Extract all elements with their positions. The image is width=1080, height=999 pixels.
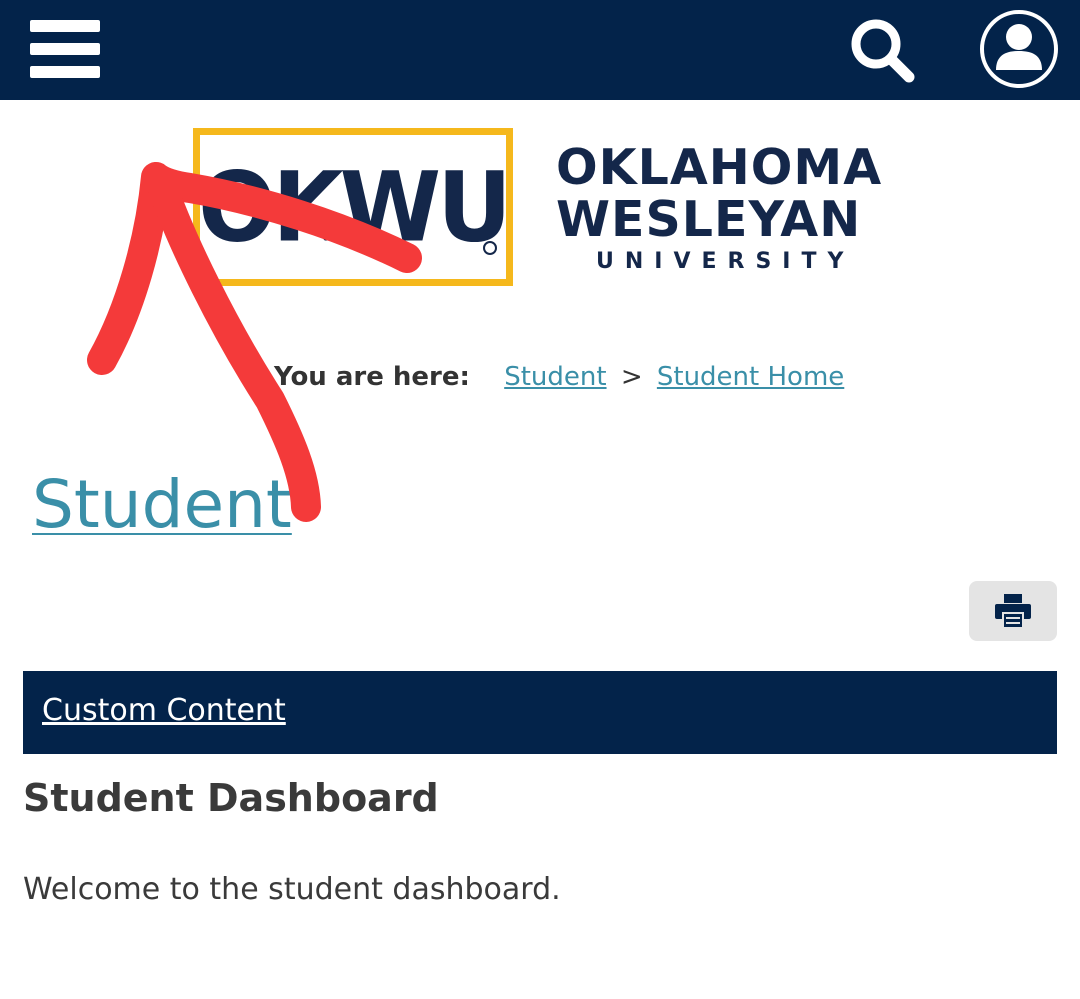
logo-badge: OKWU bbox=[193, 128, 513, 286]
welcome-text: Welcome to the student dashboard. bbox=[23, 872, 561, 907]
logo-mark: OKWU bbox=[198, 150, 512, 264]
breadcrumb: You are here: Student > Student Home bbox=[274, 362, 844, 392]
university-logo[interactable]: OKWU OKLAHOMA WESLEYAN UNIVERSITY bbox=[193, 128, 893, 294]
logo-line-university: UNIVERSITY bbox=[596, 249, 855, 274]
logo-line-wesleyan: WESLEYAN bbox=[556, 191, 862, 248]
hamburger-menu-icon[interactable] bbox=[30, 20, 100, 78]
breadcrumb-label: You are here: bbox=[274, 362, 470, 392]
logo-wordmark: OKLAHOMA WESLEYAN UNIVERSITY bbox=[556, 142, 896, 276]
registered-mark-icon bbox=[483, 241, 497, 255]
breadcrumb-separator: > bbox=[620, 362, 643, 392]
page-title[interactable]: Student bbox=[32, 462, 292, 548]
custom-content-link[interactable]: Custom Content bbox=[42, 693, 286, 728]
section-heading: Student Dashboard bbox=[23, 776, 439, 820]
user-account-icon[interactable] bbox=[978, 8, 1060, 90]
page: OKWU OKLAHOMA WESLEYAN UNIVERSITY You ar… bbox=[0, 0, 1080, 999]
print-button[interactable] bbox=[969, 581, 1057, 641]
search-icon[interactable] bbox=[846, 14, 918, 86]
logo-line-oklahoma: OKLAHOMA bbox=[556, 139, 883, 196]
custom-content-bar: Custom Content bbox=[23, 671, 1057, 754]
breadcrumb-link-student-home[interactable]: Student Home bbox=[657, 362, 844, 392]
breadcrumb-link-student[interactable]: Student bbox=[504, 362, 606, 392]
printer-icon bbox=[995, 594, 1031, 628]
top-navigation-bar bbox=[0, 0, 1080, 100]
